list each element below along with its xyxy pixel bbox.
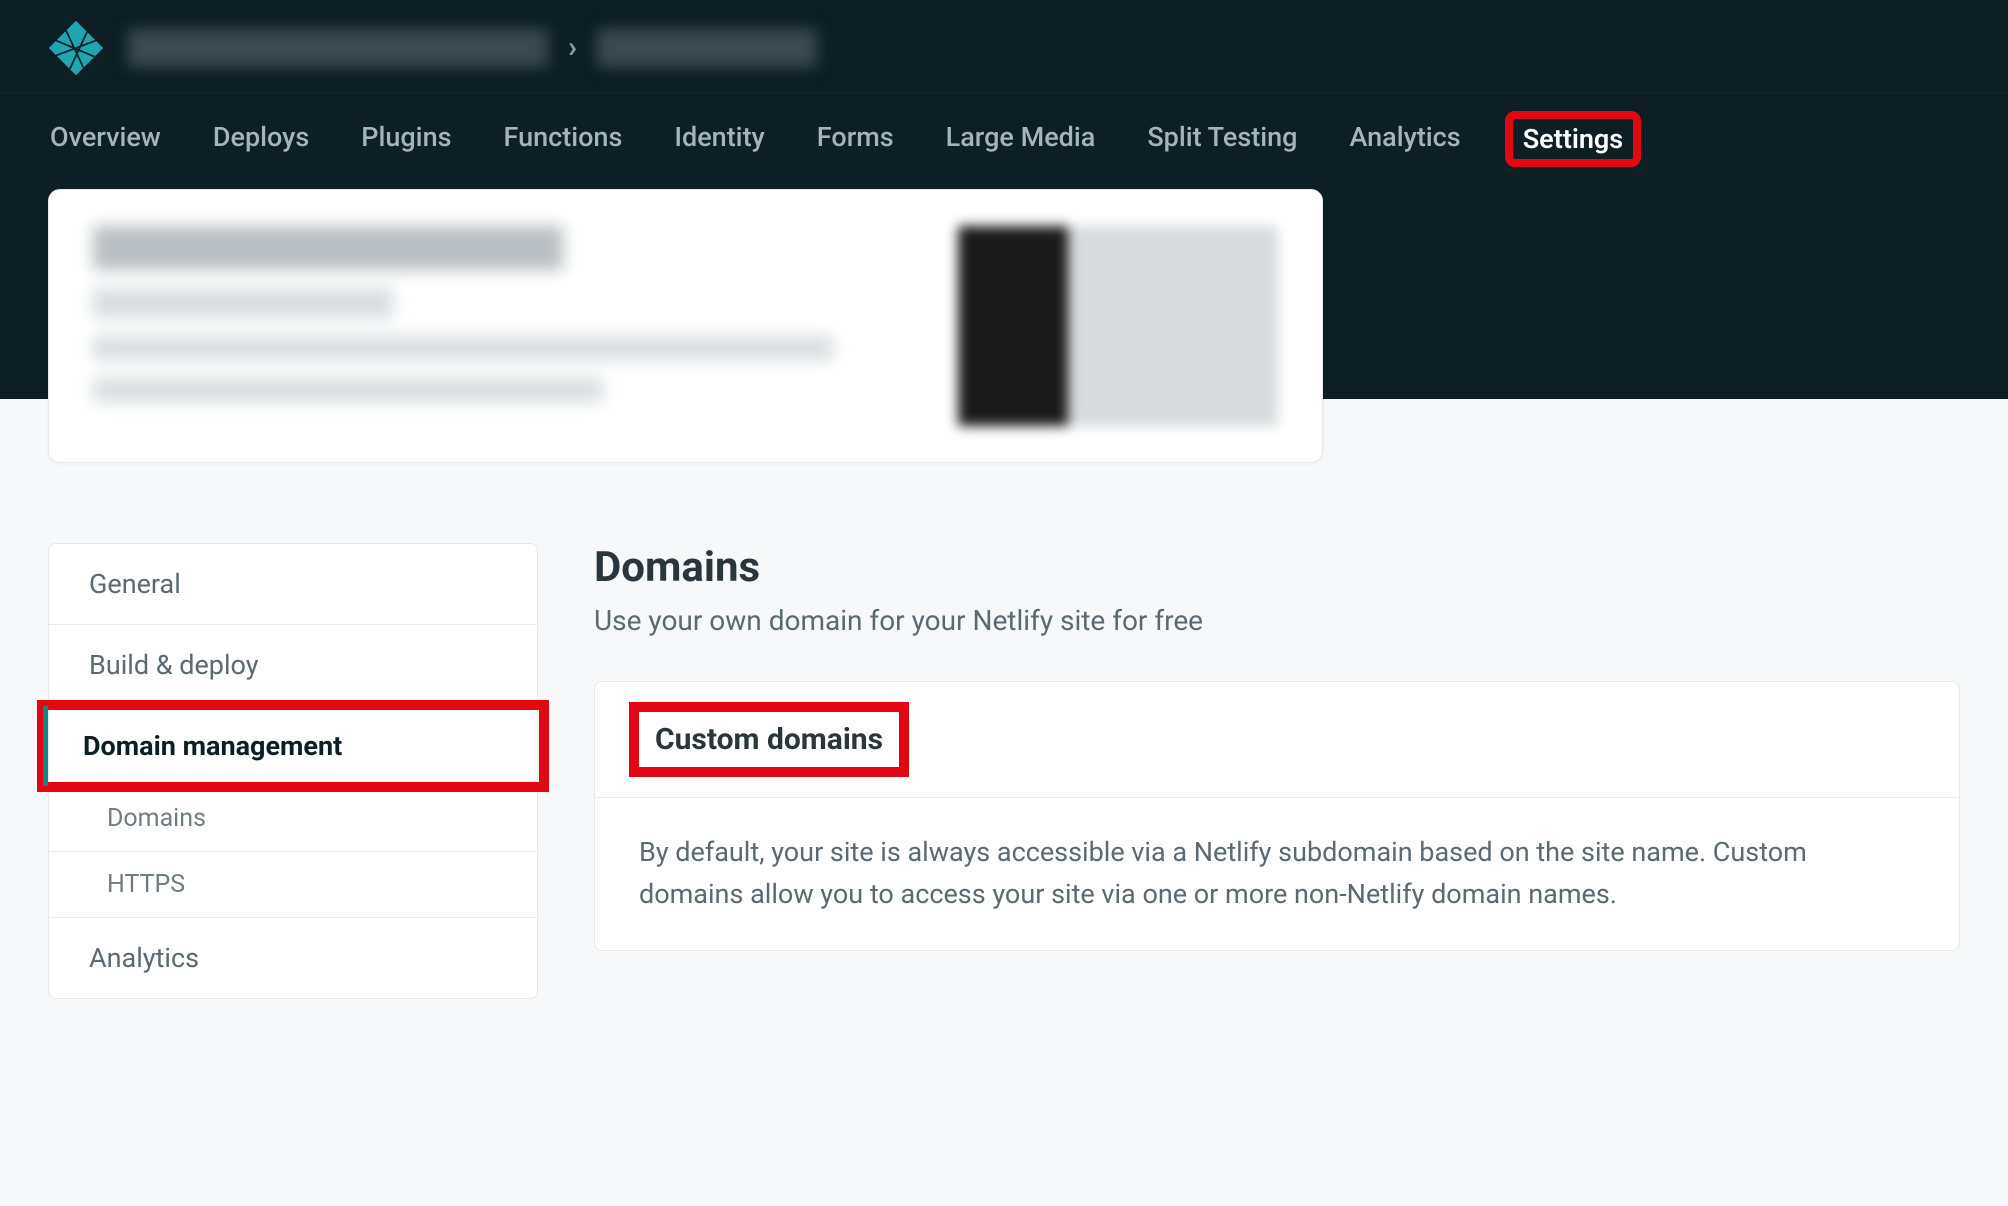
tab-identity[interactable]: Identity — [672, 117, 766, 161]
tab-deploys[interactable]: Deploys — [211, 117, 311, 161]
site-meta-line2-redacted — [93, 378, 603, 402]
tab-settings[interactable]: Settings — [1511, 117, 1636, 161]
tab-large-media[interactable]: Large Media — [944, 117, 1098, 161]
custom-domains-title: Custom domains — [639, 712, 899, 767]
custom-domains-panel-header: Custom domains — [595, 682, 1959, 798]
settings-sidebar: General Build & deploy Domain management… — [48, 543, 538, 999]
breadcrumb-site-redacted[interactable] — [597, 29, 817, 67]
content-area: General Build & deploy Domain management… — [0, 399, 2008, 1039]
page-subtitle: Use your own domain for your Netlify sit… — [594, 604, 1960, 637]
tab-plugins[interactable]: Plugins — [359, 117, 453, 161]
site-meta-line1-redacted — [93, 336, 833, 360]
breadcrumb: › — [0, 0, 2008, 92]
netlify-logo-icon[interactable] — [48, 20, 104, 76]
tab-overview[interactable]: Overview — [48, 117, 163, 161]
site-screenshot-thumbnail — [958, 226, 1278, 426]
chevron-right-icon: › — [568, 33, 577, 63]
site-url-redacted — [93, 288, 393, 318]
sidebar-subitem-https[interactable]: HTTPS — [49, 852, 537, 918]
tab-functions[interactable]: Functions — [502, 117, 625, 161]
site-title-redacted — [93, 226, 563, 270]
sidebar-subitem-domains[interactable]: Domains — [49, 786, 537, 852]
tab-forms[interactable]: Forms — [815, 117, 896, 161]
site-nav-tabs: Overview Deploys Plugins Functions Ident… — [0, 92, 2008, 189]
tab-analytics[interactable]: Analytics — [1347, 117, 1462, 161]
page-title: Domains — [594, 543, 1960, 592]
tab-split-testing[interactable]: Split Testing — [1145, 117, 1299, 161]
sidebar-item-domain-management-highlight: Domain management — [43, 706, 543, 786]
site-summary-card — [48, 189, 1323, 463]
sidebar-item-sidebar-analytics[interactable]: Analytics — [49, 918, 537, 998]
breadcrumb-items: › — [128, 29, 817, 67]
site-summary-card-wrap — [48, 189, 1960, 463]
settings-main: Domains Use your own domain for your Net… — [594, 543, 1960, 951]
sidebar-item-domain-management[interactable]: Domain management — [43, 706, 543, 786]
site-summary-text — [93, 226, 833, 402]
sidebar-item-general[interactable]: General — [49, 544, 537, 625]
sidebar-item-build-deploy[interactable]: Build & deploy — [49, 625, 537, 706]
custom-domains-panel: Custom domains By default, your site is … — [594, 681, 1960, 951]
custom-domains-description: By default, your site is always accessib… — [595, 798, 1959, 950]
breadcrumb-team-redacted[interactable] — [128, 29, 548, 67]
